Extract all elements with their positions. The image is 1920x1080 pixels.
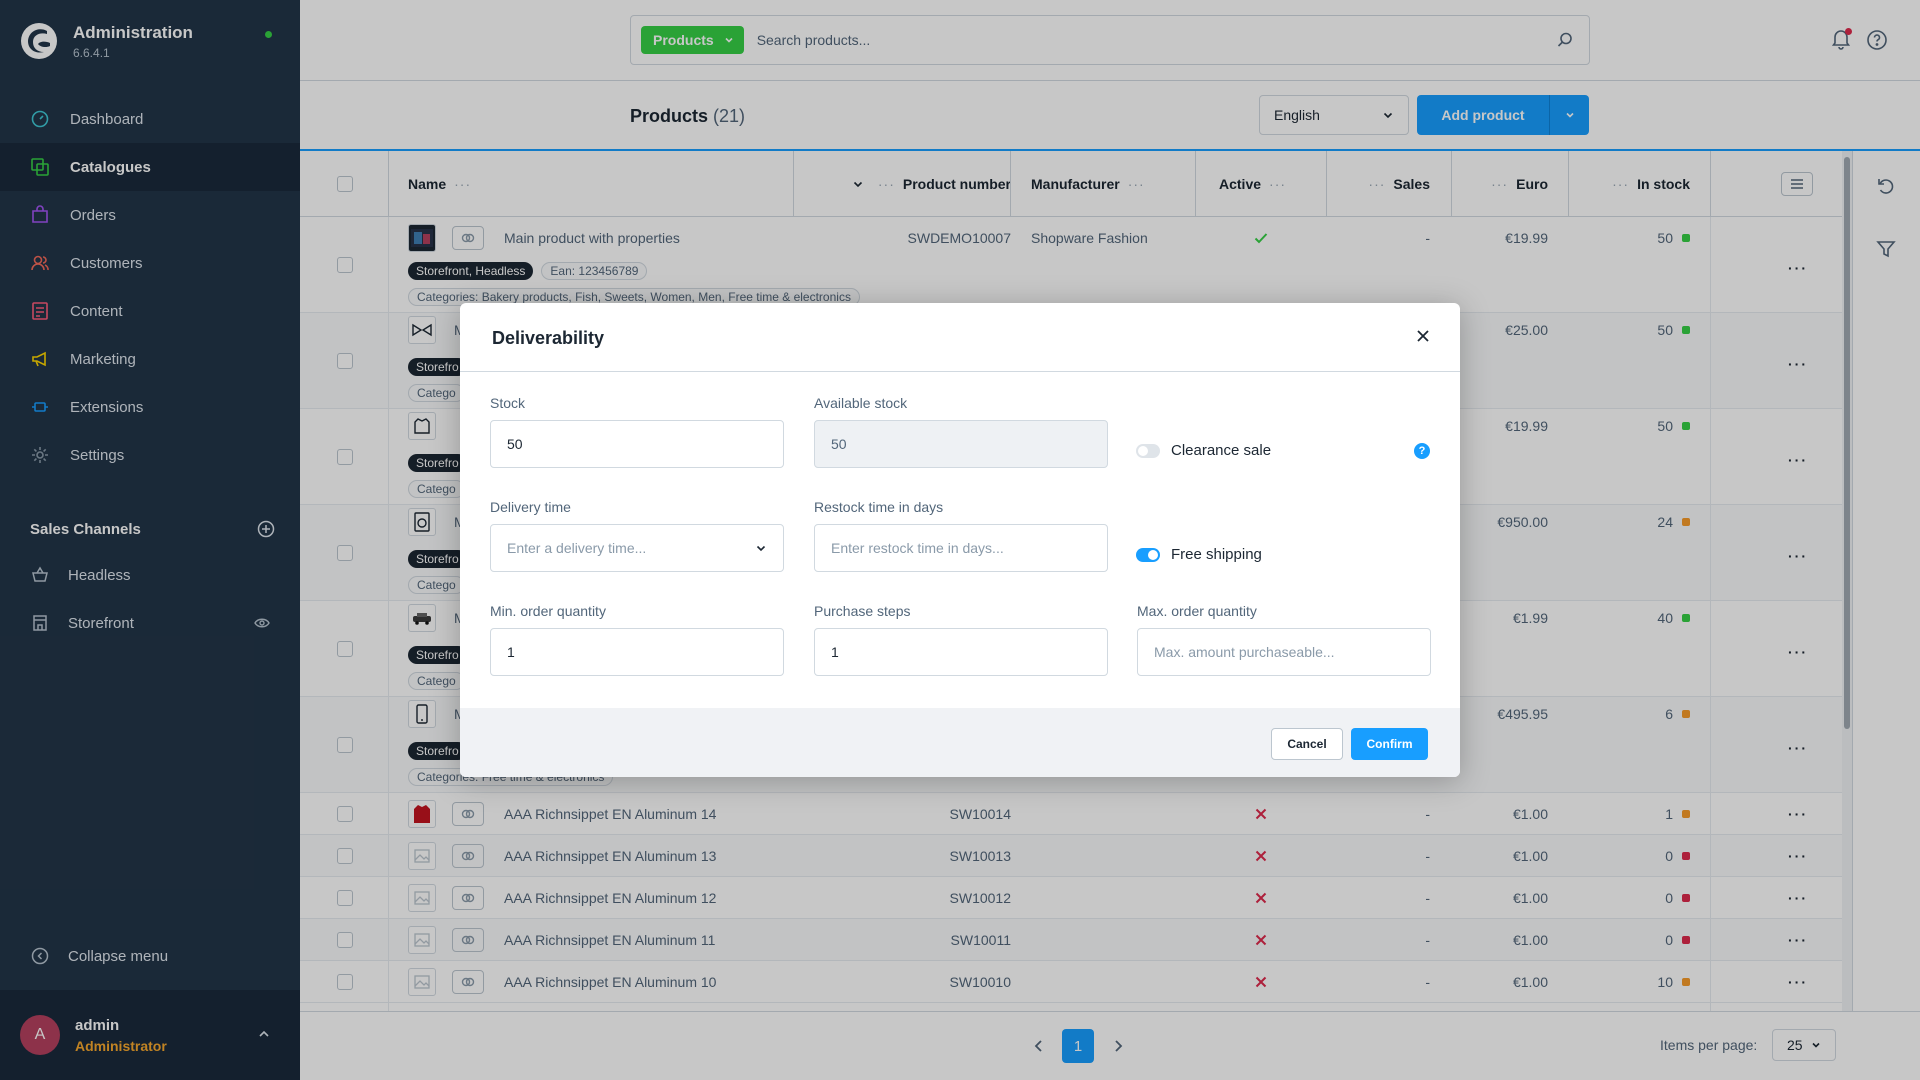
modal-body: Stock Available stock Clearance sale ? D…	[460, 372, 1460, 708]
restock-field[interactable]	[814, 524, 1108, 572]
min-order-label: Min. order quantity	[490, 603, 606, 619]
stock-field[interactable]	[490, 420, 784, 468]
purchase-steps-label: Purchase steps	[814, 603, 911, 619]
delivery-time-placeholder: Enter a delivery time...	[507, 540, 647, 556]
modal-title: Deliverability	[492, 328, 605, 348]
clearance-sale-label: Clearance sale	[1171, 442, 1272, 459]
delivery-time-select[interactable]: Enter a delivery time...	[490, 524, 784, 572]
clearance-sale-toggle[interactable]	[1136, 444, 1160, 458]
deliverability-modal: Deliverability Stock Available stock Cle…	[460, 303, 1460, 777]
delivery-time-label: Delivery time	[490, 499, 571, 515]
modal-header: Deliverability	[460, 303, 1460, 372]
help-icon[interactable]: ?	[1414, 443, 1430, 459]
stock-label: Stock	[490, 395, 526, 411]
close-icon[interactable]	[1416, 329, 1430, 343]
confirm-button[interactable]: Confirm	[1351, 728, 1428, 760]
max-order-field[interactable]	[1137, 628, 1431, 676]
min-order-field[interactable]	[490, 628, 784, 676]
cancel-button[interactable]: Cancel	[1271, 728, 1343, 760]
purchase-steps-field[interactable]	[814, 628, 1108, 676]
max-order-label: Max. order quantity	[1137, 603, 1257, 619]
free-shipping-toggle[interactable]	[1136, 548, 1160, 562]
chevron-down-icon	[756, 545, 766, 552]
available-stock-field	[814, 420, 1108, 468]
available-stock-label: Available stock	[814, 395, 908, 411]
modal-footer: Cancel Confirm	[460, 708, 1460, 777]
free-shipping-label: Free shipping	[1171, 546, 1262, 563]
restock-label: Restock time in days	[814, 499, 944, 515]
